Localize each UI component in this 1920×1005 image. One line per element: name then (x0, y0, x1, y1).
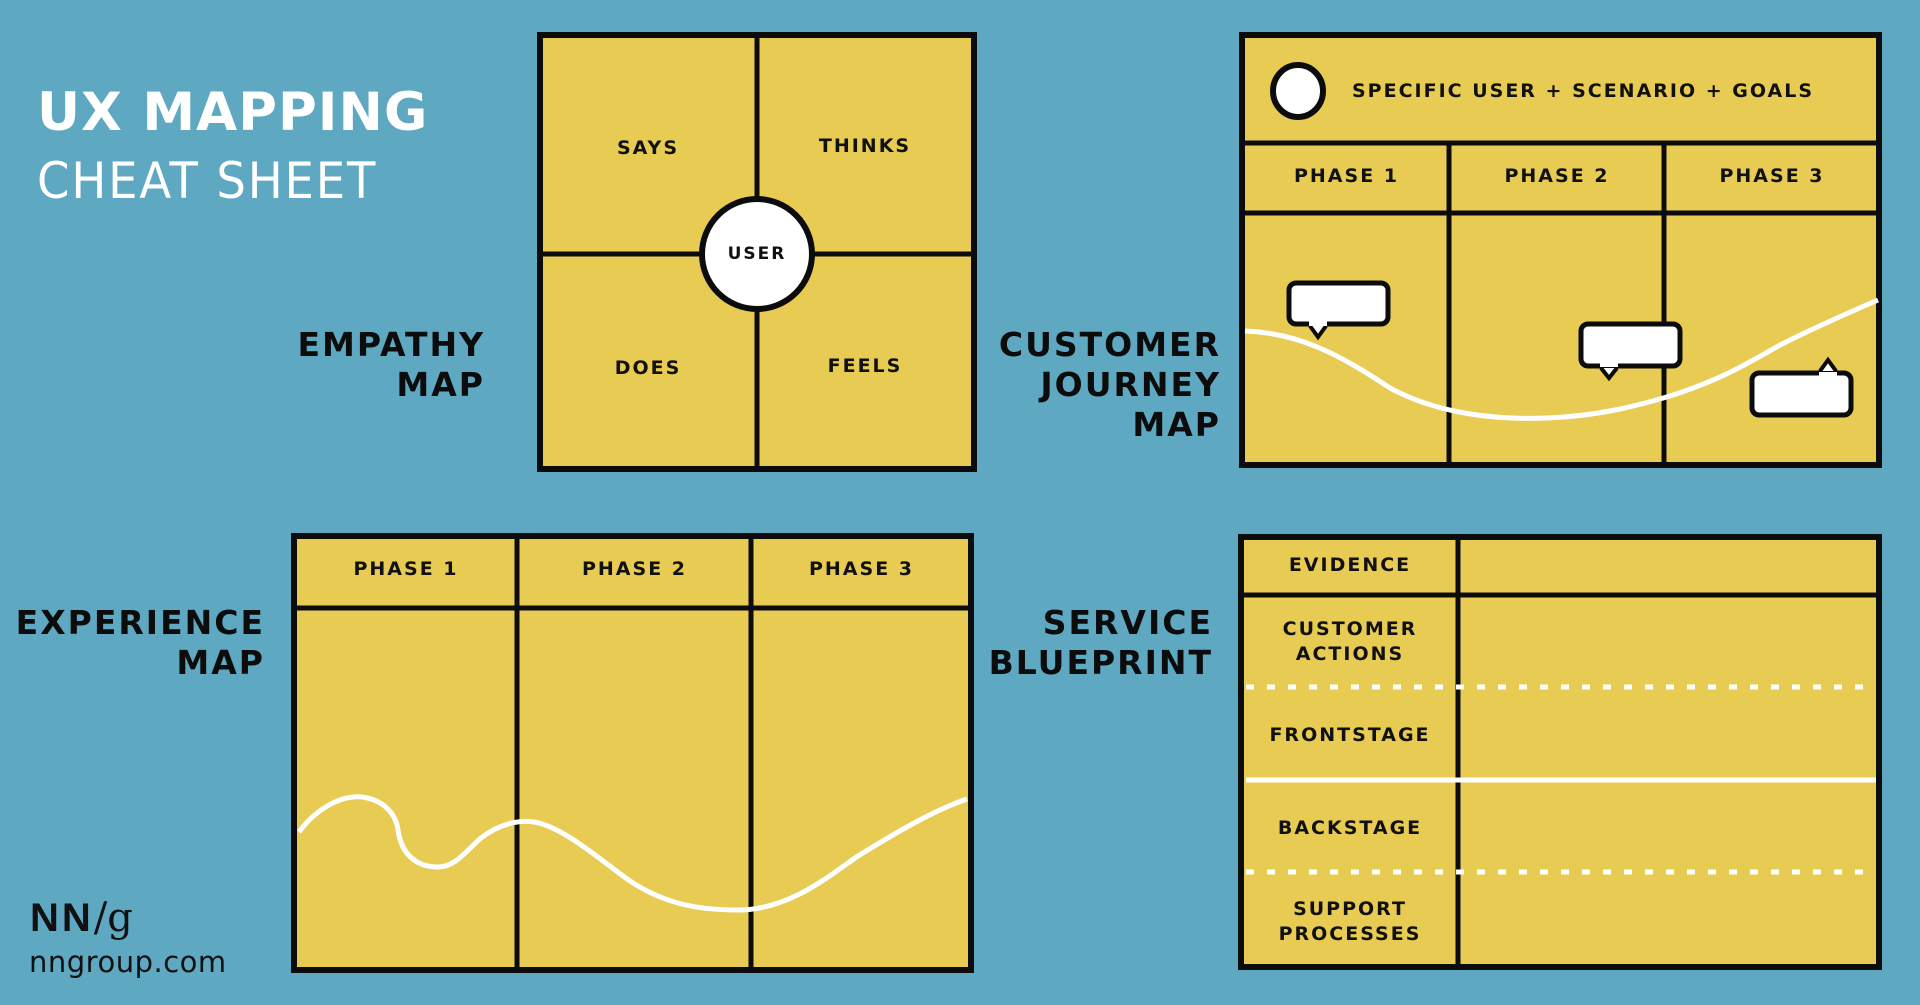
cjm-phase-2: PHASE 2 (1504, 165, 1610, 187)
logo-slash: / (93, 895, 108, 941)
persona-header: SPECIFIC USER + SCENARIO + GOALS (1352, 80, 1815, 102)
quadrant-says: SAYS (616, 137, 679, 159)
cjm-phase-1: PHASE 1 (1293, 165, 1400, 187)
experience-map-frame (291, 533, 974, 973)
row-customer-actions: CUSTOMER ACTIONS (1244, 617, 1456, 667)
website-link[interactable]: nngroup.com (29, 945, 227, 979)
experience-map (291, 533, 974, 973)
row-label-line: EVIDENCE (1288, 554, 1412, 576)
experience-phase-1: PHASE 1 (353, 558, 459, 580)
user-circle-icon (1270, 62, 1326, 120)
logo-g: g (107, 895, 133, 941)
row-frontstage: FRONTSTAGE (1244, 723, 1456, 748)
row-label-line: SUPPORT (1293, 898, 1407, 920)
row-backstage: BACKSTAGE (1244, 816, 1456, 841)
row-label-line: BACKSTAGE (1277, 817, 1423, 839)
cjm-phase-3: PHASE 3 (1719, 165, 1825, 187)
row-support-processes: SUPPORT PROCESSES (1244, 897, 1456, 947)
quadrant-feels: FEELS (827, 355, 903, 377)
quadrant-thinks: THINKS (818, 135, 912, 157)
user-center-label: USER (727, 244, 787, 264)
row-label-line: CUSTOMER (1282, 618, 1418, 640)
row-label-line: ACTIONS (1295, 643, 1405, 665)
logo-nn: NN (30, 896, 94, 940)
experience-phase-2: PHASE 2 (581, 558, 688, 580)
quadrant-does: DOES (614, 357, 682, 379)
row-evidence: EVIDENCE (1244, 553, 1456, 578)
experience-phase-3: PHASE 3 (808, 558, 915, 580)
row-label-line: PROCESSES (1278, 923, 1422, 945)
row-label-line: FRONTSTAGE (1269, 724, 1431, 746)
nng-logo[interactable]: NN/g (30, 895, 133, 941)
